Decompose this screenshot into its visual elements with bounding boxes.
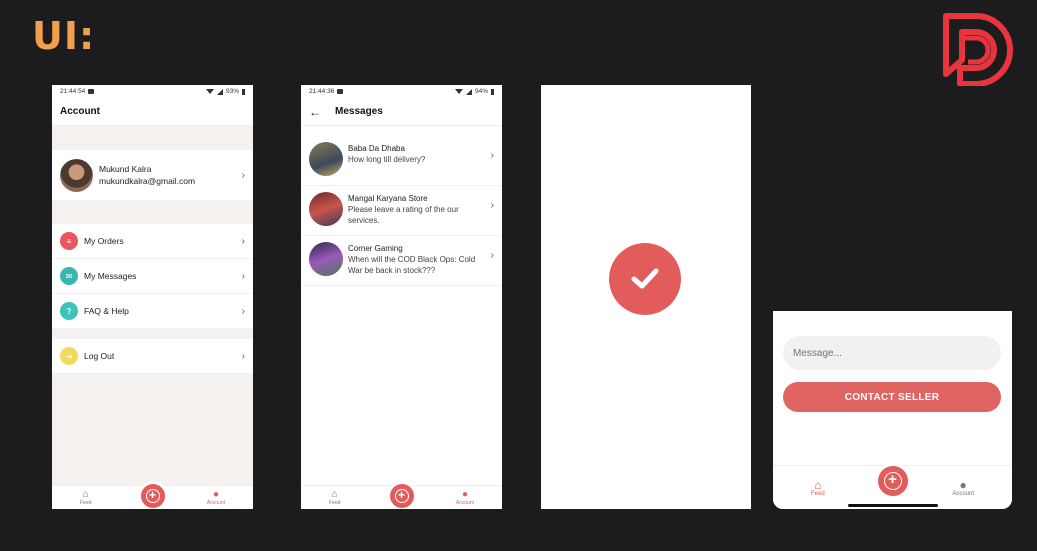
message-sender: Baba Da Dhaba [348,144,405,153]
bottom-nav: ⌂ Feed + ● Account [52,481,253,509]
avatar [309,242,343,276]
signal-icon [465,88,472,95]
contact-seller-screen: CONTACT SELLER ⌂Feed + ●Account [773,311,1012,509]
page-title: Messages [335,106,383,117]
battery-icon [242,88,245,95]
add-post-button[interactable]: + [137,481,168,509]
brand-ui-label: UI: [32,14,96,58]
nav-account[interactable]: ● Account [952,479,974,497]
app-bar: ← Messages [301,98,502,126]
battery-percent: 93% [225,88,239,95]
success-badge [609,243,681,315]
list-icon: ≡ [60,232,78,250]
avatar [309,192,343,226]
account-menu: ≡ My Orders › ✉ My Messages › ? FAQ & He… [52,224,253,329]
home-icon: ⌂ [331,488,338,500]
menu-item-label: FAQ & Help [84,306,129,316]
battery-percent: 94% [474,88,488,95]
person-icon: ● [461,488,468,500]
nav-label: Account [455,499,474,506]
back-arrow-icon[interactable]: ← [309,105,321,119]
chevron-right-icon: › [490,150,494,161]
person-icon: ● [959,477,967,492]
profile-row[interactable]: Mukund Kalra mukundkalra@gmail.com › [52,150,253,200]
wifi-icon [205,89,214,94]
nav-account[interactable]: ● Account [455,488,474,506]
menu-item-faq-help[interactable]: ? FAQ & Help › [52,294,253,329]
menu-item-label: My Messages [84,271,137,281]
status-time: 21:44:36 [309,88,335,95]
notification-icon [88,89,95,94]
nav-feed[interactable]: ⌂ Feed [811,479,825,497]
menu-item-my-orders[interactable]: ≡ My Orders › [52,224,253,259]
list-item[interactable]: Baba Da Dhaba How long till delivery? › [301,136,502,186]
message-input[interactable] [783,336,1001,370]
menu-item-label: My Orders [84,236,124,246]
check-icon [631,268,659,289]
person-icon: ● [212,488,219,500]
message-sender: Corner Gaming [348,244,403,253]
nav-feed[interactable]: ⌂ Feed [80,488,92,506]
nav-label: Feed [811,490,825,497]
battery-icon [491,88,494,95]
profile-email: mukundkalra@gmail.com [99,176,196,186]
menu-item-label: Log Out [84,351,115,361]
nav-label: Account [206,499,225,506]
chevron-right-icon: › [241,169,245,181]
plus-icon: + [394,489,409,503]
chevron-right-icon: › [241,235,245,247]
page-title: Account [60,106,100,117]
chevron-right-icon: › [490,200,494,211]
message-preview: When will the COD Black Ops: Cold War be… [348,255,476,275]
message-preview: Please leave a rating of the our service… [348,205,459,225]
home-icon: ⌂ [82,488,89,500]
bottom-nav: ⌂ Feed + ● Account [301,481,502,509]
add-post-button[interactable]: + [386,481,417,509]
status-bar: 21:44:54 93% [52,85,253,98]
menu-item-my-messages[interactable]: ✉ My Messages › [52,259,253,294]
avatar [60,158,93,192]
profile-name: Mukund Kalra [99,164,152,174]
plus-icon: + [145,489,160,503]
bottom-nav: ⌂ Feed + ● Account [773,463,1012,509]
messages-screen: 21:44:36 94% ← Messages Baba Da Dhaba How… [301,85,502,509]
plus-icon: + [883,472,902,490]
success-screen [541,85,751,509]
nav-account[interactable]: ● Account [206,488,225,506]
app-bar: Account [52,98,253,126]
nav-label: Feed [329,499,341,506]
menu-item-log-out[interactable]: ⇥ Log Out › [52,339,253,374]
contact-seller-button[interactable]: CONTACT SELLER [783,382,1001,412]
chevron-right-icon: › [241,305,245,317]
brand-logo-icon [943,13,1013,86]
mail-icon: ✉ [60,267,78,285]
message-list: Baba Da Dhaba How long till delivery? › M… [301,126,502,286]
message-sender: Mangal Karyana Store [348,194,428,203]
status-bar: 21:44:36 94% [301,85,502,98]
wifi-icon [454,89,463,94]
message-preview: How long till delivery? [348,155,426,164]
chevron-right-icon: › [490,250,494,261]
avatar [309,142,343,176]
status-time: 21:44:54 [60,88,86,95]
chevron-right-icon: › [241,270,245,282]
nav-feed[interactable]: ⌂ Feed [329,488,341,506]
account-screen: 21:44:54 93% Account Mukund Kalra mukundk… [52,85,253,509]
nav-label: Feed [80,499,92,506]
list-item[interactable]: Corner Gaming When will the COD Black Ops… [301,236,502,286]
help-icon: ? [60,302,78,320]
signal-icon [216,88,223,95]
add-post-button[interactable]: + [874,463,911,499]
home-icon: ⌂ [814,477,822,492]
logout-icon: ⇥ [60,347,78,365]
list-item[interactable]: Mangal Karyana Store Please leave a ratin… [301,186,502,236]
home-indicator [848,504,938,507]
chevron-right-icon: › [241,350,245,362]
nav-label: Account [952,490,974,497]
notification-icon [337,89,344,94]
